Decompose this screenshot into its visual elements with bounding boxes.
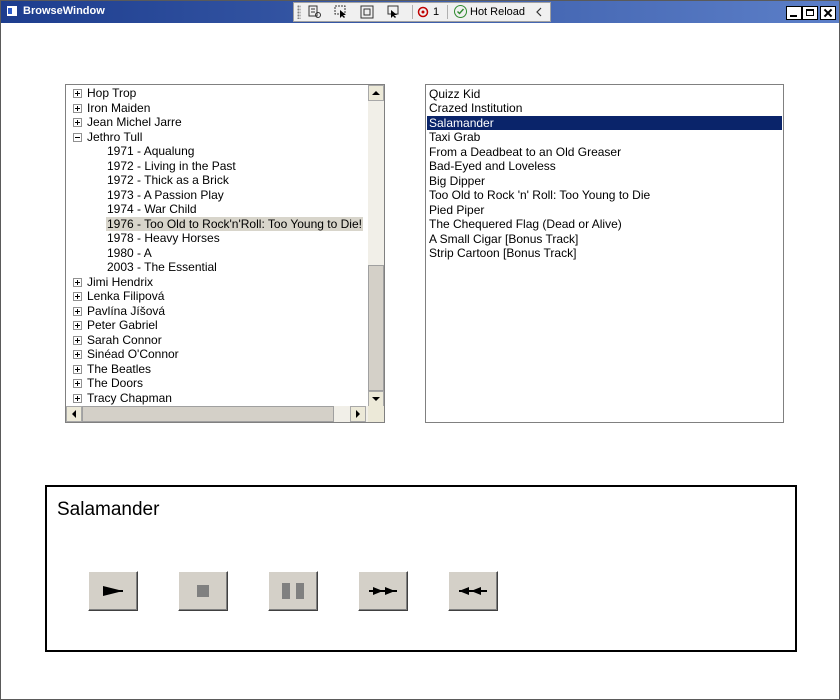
pause-icon	[282, 583, 290, 599]
rewind-button[interactable]	[448, 571, 498, 611]
track-item[interactable]: Taxi Grab	[427, 130, 782, 144]
arrow-left-icon	[72, 410, 76, 418]
binding-failures-icon[interactable]	[416, 4, 430, 20]
expand-icon[interactable]	[73, 350, 82, 359]
artist-label: Tracy Chapman	[87, 391, 172, 405]
artist-label: Sarah Connor	[87, 333, 162, 347]
track-item[interactable]: Crazed Institution	[427, 101, 782, 115]
expand-icon[interactable]	[73, 321, 82, 330]
scroll-thumb[interactable]	[82, 406, 334, 422]
artist-label: Hop Trop	[87, 86, 137, 100]
track-item[interactable]: The Chequered Flag (Dead or Alive)	[427, 217, 782, 231]
tree-item-album[interactable]: 2003 - The Essential	[106, 260, 218, 274]
close-button[interactable]	[820, 6, 836, 20]
tree-vertical-scrollbar[interactable]	[368, 85, 384, 407]
scroll-down-button[interactable]	[368, 391, 384, 407]
live-visual-tree-icon	[308, 5, 321, 18]
display-layout-adorners-button[interactable]	[358, 4, 376, 20]
track-item[interactable]: Pied Piper	[427, 203, 782, 217]
stop-button[interactable]	[178, 571, 228, 611]
now-playing-title: Salamander	[57, 499, 160, 520]
maximize-button[interactable]	[802, 6, 818, 20]
artist-label: Jethro Tull	[87, 130, 143, 144]
expand-icon[interactable]	[73, 89, 82, 98]
layout-adorners-icon	[360, 5, 374, 19]
hot-reload-check-icon	[454, 5, 467, 18]
tree-item-album[interactable]: 1973 - A Passion Play	[106, 188, 225, 202]
tree-horizontal-scrollbar[interactable]	[66, 406, 368, 422]
minimize-button[interactable]	[786, 6, 802, 20]
track-item[interactable]: Bad-Eyed and Loveless	[427, 159, 782, 173]
expand-icon[interactable]	[73, 104, 82, 113]
expand-icon[interactable]	[73, 365, 82, 374]
artist-label: The Beatles	[87, 362, 152, 376]
binding-failures-count: 1	[433, 6, 440, 18]
scrollbar-corner	[368, 406, 384, 422]
collapse-toolbar-button[interactable]	[532, 4, 546, 20]
play-button[interactable]	[88, 571, 138, 611]
track-item[interactable]: Too Old to Rock 'n' Roll: Too Young to D…	[427, 188, 782, 202]
player-panel: Salamander	[45, 485, 797, 652]
artist-label: Jimi Hendrix	[87, 275, 154, 289]
toolbar-grip-icon[interactable]	[297, 5, 301, 19]
tree-item-album[interactable]: 1972 - Living in the Past	[106, 159, 237, 173]
live-visual-tree-button[interactable]	[306, 4, 324, 20]
tree-item-album[interactable]: 1974 - War Child	[106, 202, 198, 216]
artist-label: Peter Gabriel	[87, 318, 158, 332]
toolbar-separator	[412, 5, 413, 19]
artist-label: Iron Maiden	[87, 101, 151, 115]
track-item[interactable]: Big Dipper	[427, 174, 782, 188]
expand-icon[interactable]	[73, 394, 82, 403]
chevron-left-icon	[536, 7, 542, 17]
track-item[interactable]: From a Deadbeat to an Old Greaser	[427, 145, 782, 159]
hot-reload-button[interactable]: Hot Reload	[470, 6, 525, 18]
toolbar-separator	[447, 5, 448, 19]
browse-window: BrowseWindow 1 Hot Reload Hop Trop Iron …	[0, 0, 840, 700]
track-item-selected[interactable]: Salamander	[427, 116, 782, 130]
track-focused-element-button[interactable]	[384, 4, 402, 20]
artist-tree-view[interactable]: Hop Trop Iron Maiden Jean Michel Jarre J…	[65, 84, 385, 423]
expand-icon[interactable]	[73, 292, 82, 301]
expand-icon[interactable]	[73, 118, 82, 127]
track-item[interactable]: Strip Cartoon [Bonus Track]	[427, 246, 782, 260]
tree-item-album[interactable]: 1980 - A	[106, 246, 153, 260]
play-icon	[103, 586, 123, 596]
select-element-button[interactable]	[332, 4, 350, 20]
scroll-right-button[interactable]	[350, 406, 366, 422]
debug-toolbar: 1 Hot Reload	[293, 2, 551, 22]
stop-icon	[197, 585, 209, 597]
expand-icon[interactable]	[73, 336, 82, 345]
artist-label: Pavlína Jíšová	[87, 304, 166, 318]
app-icon	[6, 5, 18, 17]
expand-icon[interactable]	[73, 379, 82, 388]
artist-label: Sinéad O'Connor	[87, 347, 179, 361]
track-focus-icon	[387, 5, 399, 18]
track-item[interactable]: A Small Cigar [Bonus Track]	[427, 232, 782, 246]
collapse-icon[interactable]	[73, 133, 82, 142]
fast-forward-button[interactable]	[358, 571, 408, 611]
select-element-icon	[334, 5, 346, 18]
scroll-left-button[interactable]	[66, 406, 82, 422]
artist-label: Jean Michel Jarre	[87, 115, 182, 129]
scroll-thumb[interactable]	[368, 265, 384, 391]
expand-icon[interactable]	[73, 307, 82, 316]
track-item[interactable]: Quizz Kid	[427, 87, 782, 101]
tree-item-album[interactable]: 1971 - Aqualung	[106, 144, 195, 158]
title-bar[interactable]: BrowseWindow 1 Hot Reload	[1, 1, 839, 23]
arrow-down-icon	[372, 397, 380, 401]
track-list[interactable]: Quizz Kid Crazed Institution Salamander …	[425, 84, 784, 423]
arrow-right-icon	[356, 410, 360, 418]
tree-item-album[interactable]: 1972 - Thick as a Brick	[106, 173, 230, 187]
tree-item-album[interactable]: 1978 - Heavy Horses	[106, 231, 221, 245]
scroll-up-button[interactable]	[368, 85, 384, 101]
window-title: BrowseWindow	[23, 5, 105, 17]
expand-icon[interactable]	[73, 278, 82, 287]
tree-item-album-selected[interactable]: 1976 - Too Old to Rock'n'Roll: Too Young…	[106, 217, 363, 231]
arrow-up-icon	[372, 91, 380, 95]
pause-button[interactable]	[268, 571, 318, 611]
artist-label: Lenka Filipová	[87, 289, 165, 303]
artist-label: The Doors	[87, 376, 144, 390]
